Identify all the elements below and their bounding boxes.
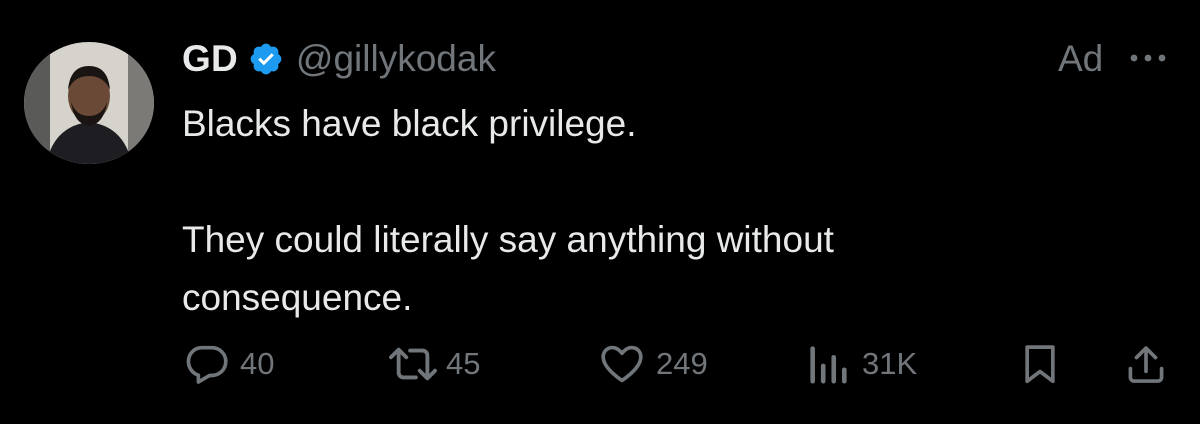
reply-icon: [184, 341, 230, 387]
tweet-text-line: They could literally say anything withou…: [182, 219, 834, 318]
author-handle[interactable]: @gillykodak: [296, 38, 496, 80]
bookmark-button[interactable]: [1018, 336, 1062, 392]
share-icon: [1124, 341, 1168, 387]
views-count: 31K: [862, 346, 918, 381]
bookmark-icon: [1018, 341, 1062, 387]
repost-button[interactable]: 45: [386, 336, 480, 392]
repost-icon: [386, 341, 440, 387]
tweet-text: Blacks have black privilege. They could …: [182, 95, 1062, 327]
repost-count: 45: [446, 346, 481, 381]
views-button[interactable]: 31K: [806, 336, 917, 392]
tweet-text-blank-line: [182, 153, 1062, 211]
action-bar: 40 45 249 31K: [0, 336, 1200, 392]
tweet-header: GD @gillykodak: [182, 34, 496, 84]
heart-icon: [598, 341, 646, 387]
more-dots-icon[interactable]: [1124, 46, 1172, 70]
like-button[interactable]: 249: [598, 336, 708, 392]
views-icon: [806, 341, 850, 387]
author-name[interactable]: GD: [182, 38, 238, 80]
reply-button[interactable]: 40: [184, 336, 274, 392]
tweet-text-line: Blacks have black privilege.: [182, 103, 637, 144]
verified-badge-icon[interactable]: [248, 41, 284, 77]
ad-label: Ad: [1058, 38, 1104, 79]
reply-count: 40: [240, 346, 275, 381]
share-button[interactable]: [1124, 336, 1168, 392]
like-count: 249: [656, 346, 708, 381]
avatar[interactable]: [24, 42, 154, 164]
